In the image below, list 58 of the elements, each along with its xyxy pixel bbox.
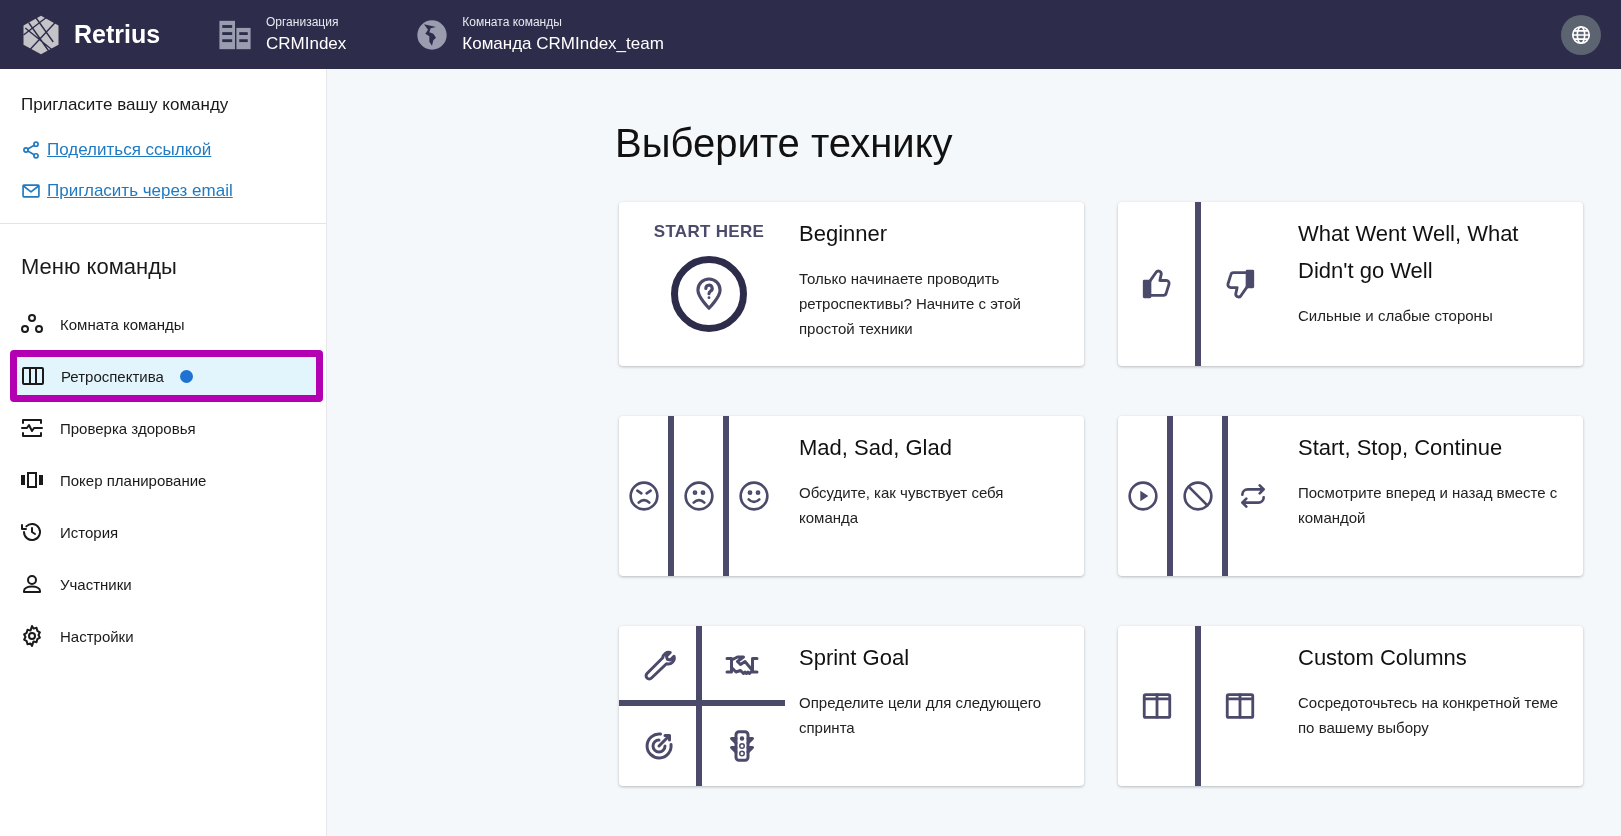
technique-description: Определите цели для следующего спринта [799, 693, 1043, 738]
menu-heading: Меню команды [20, 253, 178, 281]
technique-description: Только начинаете проводить ретроспективы? Начните с этой простой техники [799, 269, 1022, 339]
menu-item-label: Комната команды [60, 315, 185, 333]
technique-title: Mad, Sad, Glad [799, 434, 953, 462]
technique-description: Сосредоточьтесь на конкретной теме по вашему выбору [1298, 693, 1560, 738]
start-here-label: START HERE [653, 222, 765, 242]
technique-title: What Went Well, What Didn't go Well [1298, 220, 1520, 285]
technique-card[interactable]: Custom Columns Сосредоточьтесь на конкретной теме по вашему выбору [1118, 626, 1583, 786]
language-button[interactable] [1561, 14, 1601, 55]
history-icon [20, 520, 44, 544]
technique-card[interactable]: What Went Well, What Didn't go Well Сильные и слабые стороны [1118, 202, 1583, 366]
sad-face-icon [682, 480, 715, 512]
menu-item[interactable]: Покер планирование [0, 454, 326, 506]
page-title: Выберите технику [615, 121, 954, 166]
technique-description: Обсудите, как чувствует себя команда [799, 483, 1005, 528]
globe-icon [1570, 23, 1592, 46]
technique-card[interactable]: Mad, Sad, Glad Обсудите, как чувствует себя команда [619, 416, 1084, 576]
smiley-face-icon [737, 480, 770, 512]
technique-card[interactable]: Sprint Goal Определите цели для следующего спринта [619, 626, 1084, 786]
menu-item[interactable]: Участники [0, 558, 326, 610]
menu-item-label: Ретроспектива [61, 367, 164, 385]
menu-item-label: Проверка здоровья [60, 419, 196, 437]
invite-link[interactable]: Пригласить через email [21, 170, 305, 211]
play-icon [1126, 480, 1159, 512]
menu-item-label: Участники [60, 575, 132, 593]
pulse-icon [20, 416, 44, 440]
technique-description: Посмотрите вперед и назад вместе с командой [1298, 483, 1559, 528]
technique-title: Custom Columns [1298, 644, 1468, 672]
three-circles-icon [20, 312, 44, 336]
settings-icon [20, 624, 44, 648]
menu-item[interactable]: Комната команды [0, 298, 326, 350]
organization-name: CRMIndex [266, 34, 347, 54]
technique-description: Сильные и слабые стороны [1298, 306, 1494, 326]
blocked-icon [1181, 480, 1214, 512]
logo-text: Retrius [74, 20, 161, 49]
technique-card[interactable]: Start, Stop, Continue Посмотрите вперед и назад вместе с командой [1118, 416, 1583, 576]
menu-item[interactable]: Ретроспектива [10, 350, 323, 402]
globe-icon [416, 18, 449, 51]
person-icon [20, 572, 44, 596]
columns-icon [21, 364, 45, 388]
technique-title: Start, Stop, Continue [1298, 434, 1504, 462]
menu-item[interactable]: История [0, 506, 326, 558]
angry-face-icon [627, 480, 660, 512]
team-room-name: Команда CRMIndex_team [462, 34, 664, 54]
field-label: Комната команды [462, 15, 563, 29]
technique-card[interactable]: START HERE Beginner Только начинаете проводить ретроспективы? Начните с этой простой техники [619, 202, 1084, 366]
menu-item-label: Покер планирование [60, 471, 207, 489]
menu-item-label: Настройки [60, 627, 134, 645]
menu-item[interactable]: Проверка здоровья [0, 402, 326, 454]
menu-item[interactable]: Настройки [0, 610, 326, 662]
invite-link[interactable]: Поделиться ссылкой [21, 129, 305, 170]
share-icon [21, 139, 41, 160]
technique-title: Sprint Goal [799, 644, 911, 672]
menu-item-label: История [60, 523, 119, 541]
invite-heading: Пригласите вашу команду [21, 95, 230, 115]
field-label: Организация [266, 15, 340, 29]
technique-title: Beginner [799, 220, 889, 248]
